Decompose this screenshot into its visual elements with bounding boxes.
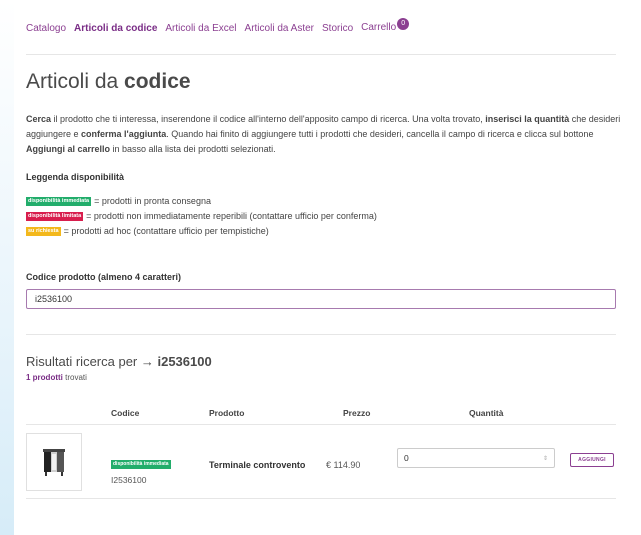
page-title-light: Articoli da (26, 70, 125, 93)
results-query: i2536100 (157, 354, 212, 369)
results-title: Risultati ricerca per → i2536100 (26, 354, 212, 369)
cart-count-badge: 0 (397, 18, 410, 30)
add-button[interactable]: AGGIUNGI (570, 453, 614, 467)
column-header-quantita: Quantità (469, 408, 504, 418)
product-name: Terminale controvento (209, 460, 306, 470)
divider (26, 334, 616, 335)
legend-text-on-request: = prodotti ad hoc (contattare ufficio pe… (63, 226, 269, 236)
results-count: 1 prodotti trovati (26, 373, 87, 382)
intro-bold-5: conferma l'aggiunta (81, 129, 167, 139)
intro-bold-7: Aggiungi al carrello (26, 144, 111, 154)
spinner-arrows-icon[interactable]: ⇕ (543, 455, 548, 462)
nav-articoli-da-aster[interactable]: Articoli da Aster (245, 23, 314, 34)
intro-bold-1: Cerca (26, 114, 52, 124)
table-header-divider (26, 424, 616, 425)
nav-articoli-da-codice[interactable]: Articoli da codice (74, 23, 157, 34)
search-label: Codice prodotto (almeno 4 caratteri) (26, 272, 182, 282)
legend-text-limited: = prodotti non immediatamente reperibili… (86, 211, 377, 221)
legend-text-immediate: = prodotti in pronta consegna (94, 196, 211, 206)
results-count-suffix: trovati (62, 373, 87, 382)
results-count-number: 1 prodotti (26, 373, 63, 382)
divider (26, 54, 616, 55)
column-header-prodotto: Prodotto (209, 408, 245, 418)
intro-bold-3: inserisci la quantità (485, 114, 570, 124)
availability-chip-row: disponibilità immediata (111, 460, 171, 469)
quantity-value: 0 (404, 453, 409, 463)
nav-catalogo[interactable]: Catalogo (26, 23, 66, 34)
results-prefix: Risultati ricerca per → (26, 354, 158, 369)
intro-text: Cerca il prodotto che ti interessa, inse… (26, 112, 626, 157)
availability-chip-limited: disponibilità limitata (26, 211, 84, 221)
top-nav: Catalogo Articoli da codice Articoli da … (26, 18, 410, 34)
table-row-divider (26, 498, 616, 499)
intro-text-2: il prodotto che ti interessa, inserendon… (51, 114, 486, 124)
nav-carrello-label: Carrello (361, 22, 397, 33)
intro-text-8: in basso alla lista dei prodotti selezio… (110, 144, 276, 154)
product-image-icon (43, 449, 65, 476)
nav-carrello[interactable]: Carrello 0 (361, 18, 410, 34)
legend-item-limited: disponibilità limitata = prodotti non im… (26, 211, 377, 221)
nav-articoli-da-excel[interactable]: Articoli da Excel (165, 23, 236, 34)
availability-chip-on-request: su richiesta (26, 226, 61, 236)
availability-chip-immediate: disponibilità immediata (26, 196, 92, 206)
legend-title: Leggenda disponibilità (26, 172, 125, 182)
left-accent-strip (0, 0, 14, 535)
page-title: Articoli da codice (26, 70, 191, 94)
legend-item-immediate: disponibilità immediata = prodotti in pr… (26, 196, 211, 206)
column-header-prezzo: Prezzo (343, 408, 371, 418)
legend-item-on-request: su richiesta = prodotti ad hoc (contatta… (26, 226, 269, 236)
product-code-search-input[interactable] (26, 289, 616, 309)
intro-text-6: . Quando hai finito di aggiungere tutti … (166, 129, 594, 139)
quantity-stepper[interactable]: 0 ⇕ (397, 448, 555, 468)
nav-storico[interactable]: Storico (322, 23, 353, 34)
table-row-code-cell: disponibilità immediata I2536100 (111, 452, 171, 485)
product-thumbnail[interactable] (26, 433, 82, 491)
column-header-codice: Codice (111, 408, 140, 418)
product-price: € 114.90 (326, 460, 361, 470)
content-card: Catalogo Articoli da codice Articoli da … (14, 0, 641, 535)
page-title-bold: codice (124, 70, 191, 93)
product-code: I2536100 (111, 475, 147, 485)
